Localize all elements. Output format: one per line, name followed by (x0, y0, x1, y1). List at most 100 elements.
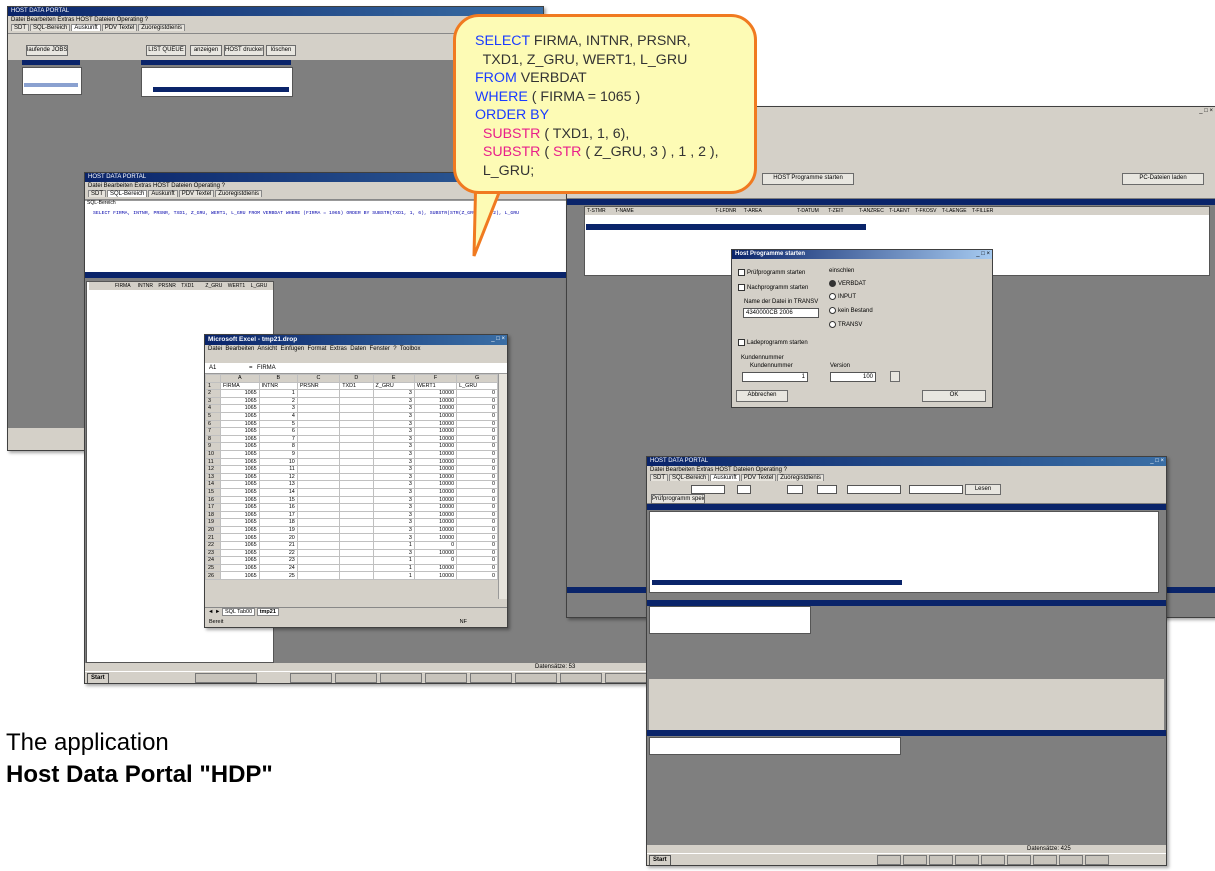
cell[interactable]: 10000 (413, 427, 458, 436)
taskbar-item[interactable] (380, 673, 422, 683)
show-button[interactable]: anzeigen (190, 45, 222, 56)
cell[interactable]: 3 (372, 472, 415, 482)
column-letter[interactable]: B (258, 374, 298, 383)
cell[interactable] (339, 563, 374, 573)
cell[interactable]: 3 (372, 457, 415, 467)
row-number[interactable]: 17 (205, 503, 221, 512)
cell[interactable] (296, 548, 341, 558)
cell[interactable]: 0 (456, 404, 498, 413)
cell[interactable]: 10000 (413, 487, 458, 497)
row-number[interactable]: 10 (205, 449, 221, 459)
sheet-tab-sql[interactable]: SQL Tab00 (221, 608, 256, 616)
cell[interactable]: 3 (372, 419, 415, 429)
corner-cell[interactable] (205, 374, 221, 383)
cell[interactable]: 0 (456, 465, 498, 474)
cell[interactable]: 10000 (413, 449, 458, 459)
menu-toolbox[interactable]: Toolbox (400, 346, 421, 352)
taskbar-item[interactable] (1059, 855, 1083, 865)
cell[interactable]: 0 (456, 487, 498, 497)
start-button[interactable]: Start (649, 855, 671, 865)
filter-input-3[interactable] (787, 485, 803, 494)
check-pruefprogramm[interactable]: Prüfprogramm starten (738, 269, 805, 276)
tab-zuor[interactable]: Zuoregistdienis (138, 24, 185, 31)
cell[interactable]: 1 (372, 556, 415, 565)
cell[interactable] (339, 449, 374, 459)
cell[interactable]: 0 (456, 510, 498, 520)
cell[interactable]: 10 (258, 457, 298, 467)
cell[interactable]: 0 (413, 541, 458, 550)
version-spin-button[interactable] (890, 371, 900, 382)
cell[interactable]: 3 (372, 548, 415, 558)
cell[interactable]: 3 (372, 503, 415, 512)
row-number[interactable]: 18 (205, 510, 221, 520)
tab-sql[interactable]: SQL-Bereich (107, 190, 148, 197)
cell[interactable] (296, 427, 341, 436)
cell[interactable] (296, 404, 341, 413)
cell[interactable]: 0 (456, 480, 498, 489)
cell[interactable]: 10000 (413, 571, 458, 581)
cell[interactable]: 0 (456, 396, 498, 406)
row-number[interactable]: 5 (205, 411, 221, 421)
cell[interactable]: 10000 (413, 518, 458, 527)
cell[interactable]: 1065 (220, 556, 260, 565)
cell[interactable]: 21 (258, 541, 298, 550)
menu-datei[interactable]: Datei (208, 346, 222, 352)
sheet-tab-tmp[interactable]: tmp21 (256, 608, 279, 616)
cell[interactable] (296, 449, 341, 459)
radio-transv[interactable]: TRANSV (829, 321, 862, 328)
row-number[interactable]: 24 (205, 556, 221, 565)
cell[interactable]: 6 (258, 427, 298, 436)
filter-input-1[interactable] (691, 485, 725, 494)
cell[interactable]: 0 (456, 419, 498, 429)
cell[interactable]: 10000 (413, 442, 458, 451)
cell[interactable]: 1 (372, 541, 415, 550)
cell[interactable]: 0 (456, 556, 498, 565)
cell[interactable]: 3 (372, 495, 415, 505)
cell[interactable] (296, 571, 341, 581)
cell[interactable]: 3 (372, 404, 415, 413)
row-number[interactable]: 7 (205, 427, 221, 436)
cell[interactable]: 0 (456, 541, 498, 550)
row-number[interactable]: 14 (205, 480, 221, 489)
cell[interactable]: 1065 (220, 396, 260, 406)
cell[interactable] (339, 411, 374, 421)
cell[interactable]: 1065 (220, 480, 260, 489)
cell[interactable]: 0 (456, 495, 498, 505)
cell[interactable]: 10000 (413, 411, 458, 421)
cell[interactable]: 1065 (220, 427, 260, 436)
tab-sdt[interactable]: SDT (11, 24, 29, 31)
cell[interactable]: 10000 (413, 525, 458, 535)
cell[interactable]: 0 (413, 556, 458, 565)
cell[interactable]: 10000 (413, 503, 458, 512)
cell[interactable]: 3 (372, 465, 415, 474)
header-cell[interactable]: FIRMA (220, 381, 260, 391)
menu-fenster[interactable]: Fenster (370, 346, 390, 352)
cell[interactable]: 10000 (413, 480, 458, 489)
row-number[interactable]: 19 (205, 518, 221, 527)
cell[interactable]: 7 (258, 434, 298, 444)
column-letter[interactable]: C (296, 374, 341, 383)
cell[interactable] (339, 533, 374, 543)
cell[interactable]: 1065 (220, 442, 260, 451)
cell[interactable]: 10000 (413, 533, 458, 543)
cell[interactable] (339, 503, 374, 512)
cell[interactable] (339, 548, 374, 558)
cell[interactable]: 10000 (413, 495, 458, 505)
cell[interactable] (339, 525, 374, 535)
cell[interactable]: 12 (258, 472, 298, 482)
cell[interactable]: 3 (372, 442, 415, 451)
taskbar-item[interactable] (560, 673, 602, 683)
cell[interactable]: 0 (456, 548, 498, 558)
cell[interactable]: 1 (258, 389, 298, 398)
cell[interactable] (296, 525, 341, 535)
cell[interactable]: 0 (456, 449, 498, 459)
header-cell[interactable]: WERT1 (413, 381, 458, 391)
taskbar-item[interactable] (515, 673, 557, 683)
cell[interactable]: 3 (258, 404, 298, 413)
cell[interactable]: 3 (372, 533, 415, 543)
tab-pdv[interactable]: PDV Textel (740, 474, 777, 481)
cell[interactable]: 1065 (220, 419, 260, 429)
cell[interactable]: 0 (456, 525, 498, 535)
row-number[interactable]: 13 (205, 472, 221, 482)
menu-extras[interactable]: Extras (330, 346, 347, 352)
